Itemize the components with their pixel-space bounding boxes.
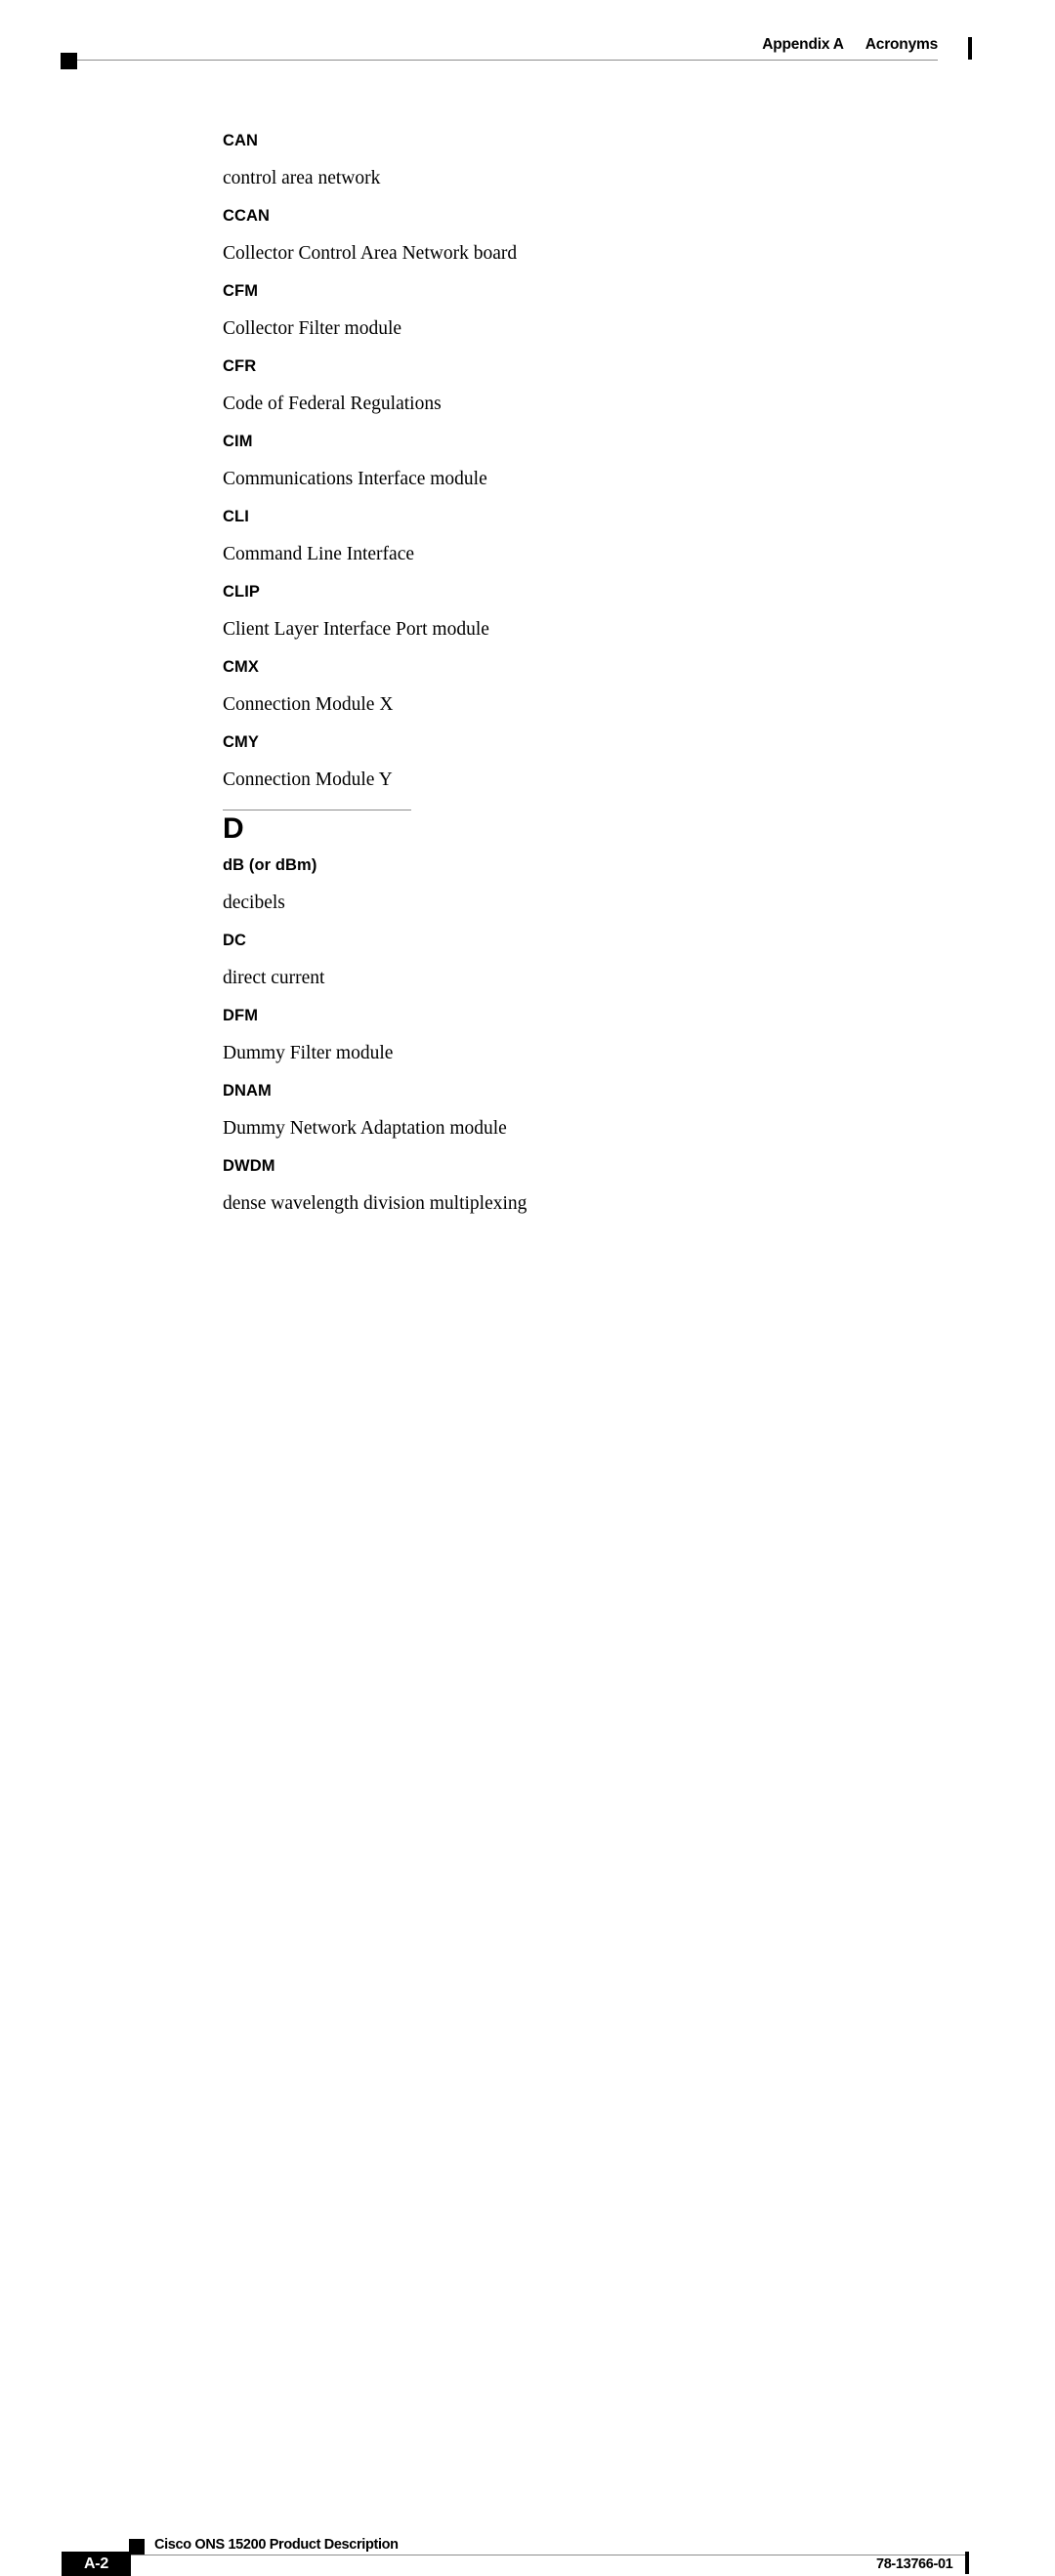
change-bar-marker-icon xyxy=(968,37,972,60)
glossary-entry: CLI Command Line Interface xyxy=(223,506,965,567)
glossary-term: CAN xyxy=(223,132,259,149)
glossary-term: CFM xyxy=(223,282,259,300)
glossary-definition: Code of Federal Regulations xyxy=(223,394,442,414)
section-letter-heading: D xyxy=(223,812,244,845)
black-square-marker-icon xyxy=(129,2539,145,2555)
glossary-entry: DFM Dummy Filter module xyxy=(223,1005,965,1066)
glossary-entry: CFM Collector Filter module xyxy=(223,280,965,342)
page-footer: Cisco ONS 15200 Product Description A-2 … xyxy=(0,1257,1055,2576)
glossary-entry: CMY Connection Module Y xyxy=(223,731,965,793)
glossary-term: DNAM xyxy=(223,1082,272,1100)
page-header: Appendix A Acronyms xyxy=(0,0,1055,98)
glossary-term: CLI xyxy=(223,508,249,525)
glossary-entry: DWDM dense wavelength division multiplex… xyxy=(223,1155,965,1217)
header-appendix-label: Appendix A xyxy=(762,36,844,53)
glossary-definition: direct current xyxy=(223,968,325,988)
glossary-entry: DC direct current xyxy=(223,930,965,991)
glossary-definition: Connection Module Y xyxy=(223,769,393,790)
glossary-entry: CLIP Client Layer Interface Port module xyxy=(223,581,965,643)
glossary-definition: Command Line Interface xyxy=(223,544,414,564)
glossary-definition: Collector Filter module xyxy=(223,318,402,339)
glossary-term: CFR xyxy=(223,357,257,375)
page-number-badge: A-2 xyxy=(62,2552,131,2576)
header-rule xyxy=(70,60,938,61)
header-section-label: Acronyms xyxy=(865,36,938,53)
glossary-list: CAN control area network CCAN Collector … xyxy=(223,130,965,1230)
glossary-entry: CAN control area network xyxy=(223,130,965,191)
glossary-definition: Connection Module X xyxy=(223,694,394,715)
change-bar-marker-icon xyxy=(965,2552,969,2574)
footer-document-title: Cisco ONS 15200 Product Description xyxy=(154,2537,399,2553)
glossary-definition: Dummy Filter module xyxy=(223,1043,394,1063)
glossary-definition: dense wavelength division multiplexing xyxy=(223,1193,528,1214)
glossary-entry: dB (or dBm) decibels xyxy=(223,854,965,916)
glossary-definition: Client Layer Interface Port module xyxy=(223,619,489,640)
glossary-entry: CMX Connection Module X xyxy=(223,656,965,718)
glossary-term: CIM xyxy=(223,433,253,450)
glossary-term: CMX xyxy=(223,658,259,676)
glossary-section-divider: D xyxy=(223,810,965,846)
glossary-entry: CCAN Collector Control Area Network boar… xyxy=(223,205,965,267)
black-square-marker-icon xyxy=(61,53,77,69)
glossary-term: CCAN xyxy=(223,207,271,225)
glossary-entry: CIM Communications Interface module xyxy=(223,431,965,492)
footer-document-number: 78-13766-01 xyxy=(876,2556,953,2572)
glossary-definition: control area network xyxy=(223,168,381,188)
glossary-term: DWDM xyxy=(223,1157,275,1175)
glossary-definition: decibels xyxy=(223,893,285,913)
glossary-definition: Collector Control Area Network board xyxy=(223,243,518,264)
glossary-term: CLIP xyxy=(223,583,260,601)
glossary-term: DC xyxy=(223,932,247,949)
glossary-entry: DNAM Dummy Network Adaptation module xyxy=(223,1080,965,1142)
header-breadcrumb: Appendix A Acronyms xyxy=(762,36,938,54)
glossary-term: CMY xyxy=(223,733,259,751)
glossary-term: dB (or dBm) xyxy=(223,856,317,874)
glossary-term: DFM xyxy=(223,1007,259,1024)
glossary-definition: Communications Interface module xyxy=(223,469,487,489)
glossary-definition: Dummy Network Adaptation module xyxy=(223,1118,507,1139)
glossary-entry: CFR Code of Federal Regulations xyxy=(223,355,965,417)
